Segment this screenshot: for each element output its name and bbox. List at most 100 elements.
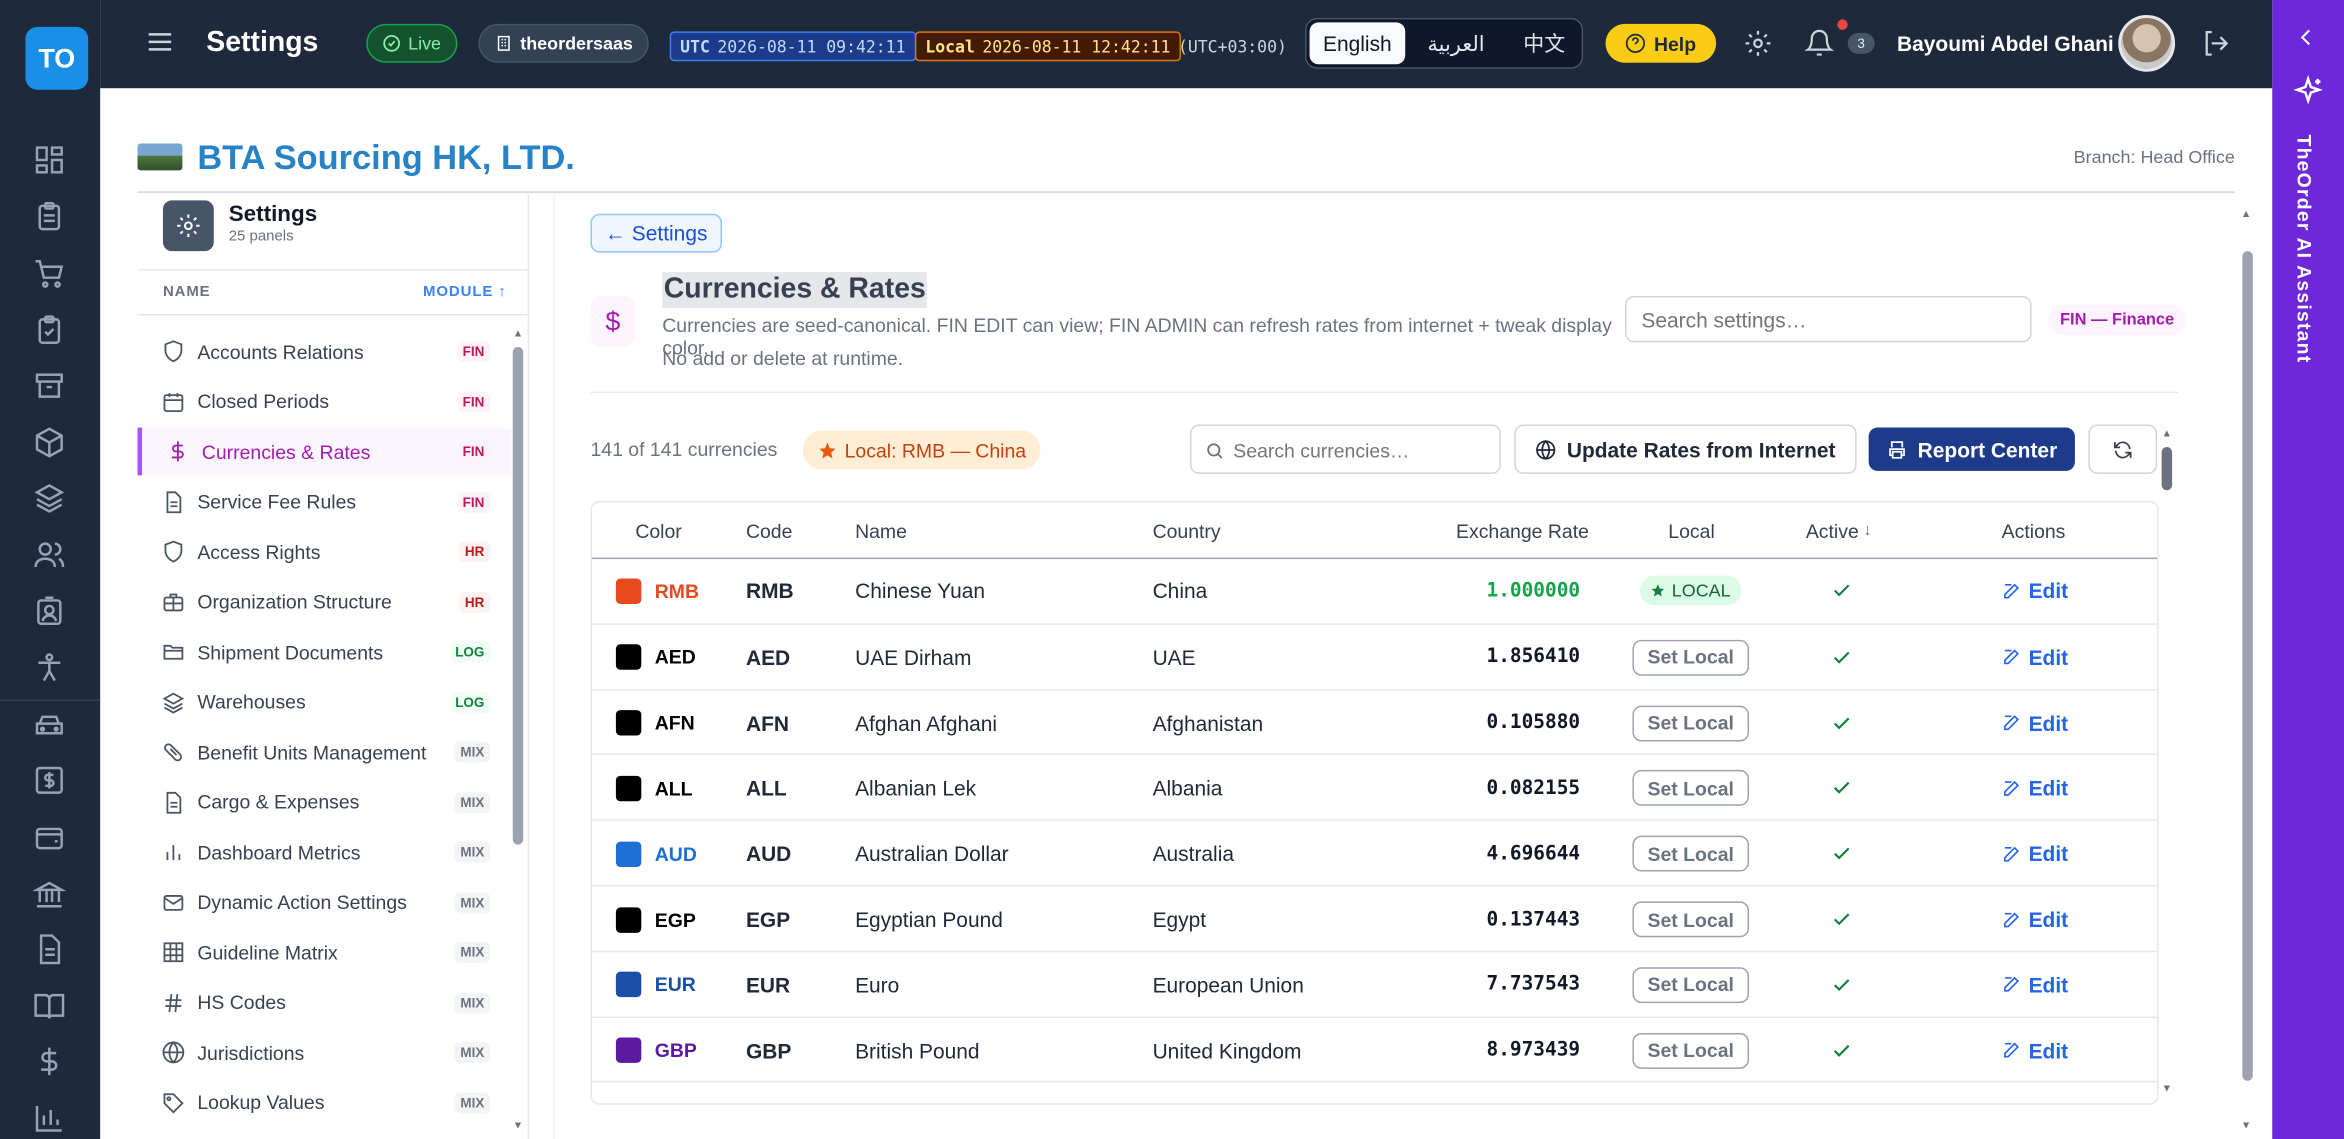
page-scrollbar[interactable]: ▲ ▼: [2239, 206, 2254, 1139]
sidebar-item-dashboard-metrics[interactable]: Dashboard Metrics MIX: [138, 828, 512, 876]
col-module-sort[interactable]: MODULE ↑: [423, 284, 507, 300]
th-active[interactable]: Active ↓: [1806, 502, 1872, 559]
logout-icon[interactable]: [2200, 28, 2230, 58]
dollar-square-icon[interactable]: [33, 764, 66, 797]
wallet-icon[interactable]: [33, 821, 66, 854]
set-local-button[interactable]: Set Local: [1632, 966, 1750, 1003]
users-icon[interactable]: [33, 538, 66, 571]
gear-icon[interactable]: [1743, 28, 1773, 58]
avatar[interactable]: [2118, 14, 2176, 72]
color-swatch[interactable]: [615, 1037, 642, 1064]
ai-assistant-panel[interactable]: TheOrder AI Assistant: [2272, 0, 2344, 1139]
color-cell[interactable]: AUD: [615, 821, 697, 887]
color-swatch[interactable]: [615, 710, 642, 736]
set-local-button[interactable]: Set Local: [1632, 704, 1750, 741]
color-swatch[interactable]: [615, 841, 642, 867]
cart-icon[interactable]: [33, 257, 66, 290]
scroll-down-icon[interactable]: ▼: [2241, 1121, 2251, 1131]
edit-button[interactable]: Edit: [2002, 625, 2068, 691]
table-row[interactable]: AED AED UAE Dirham UAE 1.856410 Set Local Edit: [591, 623, 2158, 691]
sidebar-item-closed-periods[interactable]: Closed Periods FIN: [138, 377, 512, 425]
sidebar-item-organization-structure[interactable]: Organization Structure HR: [138, 578, 512, 626]
sidebar-item-jurisdictions[interactable]: Jurisdictions MIX: [138, 1028, 512, 1076]
layers-icon[interactable]: [33, 481, 66, 514]
color-cell[interactable]: GBP: [615, 1017, 697, 1083]
refresh-button[interactable]: [2088, 424, 2158, 474]
sidebar-item-shipment-documents[interactable]: Shipment Documents LOG: [138, 628, 512, 676]
table-row[interactable]: EGP EGP Egyptian Pound Egypt 0.137443 Set Loc…: [591, 884, 2158, 952]
scroll-up-icon[interactable]: ▲: [2162, 429, 2172, 439]
table-row[interactable]: GBP GBP British Pound United Kingdom 8.97343…: [591, 1015, 2158, 1083]
edit-button[interactable]: Edit: [2002, 886, 2068, 952]
dashboard-icon[interactable]: [33, 144, 66, 177]
col-name[interactable]: NAME: [163, 284, 211, 300]
lang-english[interactable]: English: [1309, 22, 1406, 65]
sidebar-item-dynamic-action-settings[interactable]: Dynamic Action Settings MIX: [138, 878, 512, 926]
bell-icon[interactable]: [1804, 28, 1835, 58]
set-local-button[interactable]: Set Local: [1632, 1032, 1750, 1069]
color-cell[interactable]: EGP: [615, 886, 696, 952]
package-icon[interactable]: [33, 426, 66, 459]
sidebar-item-cargo-expenses[interactable]: Cargo & Expenses MIX: [138, 778, 512, 826]
table-row[interactable]: AUD AUD Australian Dollar Australia 4.696644…: [591, 819, 2158, 887]
update-rates-button[interactable]: Update Rates from Internet: [1514, 424, 1857, 474]
bank-icon[interactable]: [32, 878, 66, 911]
set-local-button[interactable]: Set Local: [1632, 770, 1750, 807]
sidebar-item-currencies-rates[interactable]: Currencies & Rates FIN: [137, 427, 512, 476]
sidebar-item-lookup-values[interactable]: Lookup Values MIX: [138, 1079, 512, 1127]
edit-button[interactable]: Edit: [2002, 756, 2068, 822]
set-local-button[interactable]: Set Local: [1632, 639, 1750, 676]
scroll-thumb[interactable]: [512, 346, 524, 845]
dollar-icon[interactable]: [33, 1045, 66, 1078]
sidebar-item-hs-codes[interactable]: HS Codes MIX: [138, 978, 512, 1026]
color-swatch[interactable]: [615, 775, 642, 802]
edit-button[interactable]: Edit: [2002, 952, 2068, 1018]
color-cell[interactable]: AED: [615, 625, 696, 691]
edit-button[interactable]: Edit: [2002, 1017, 2068, 1083]
id-badge-icon[interactable]: [33, 595, 66, 628]
back-to-settings-button[interactable]: ← Settings: [590, 213, 723, 253]
sidebar-item-guideline-matrix[interactable]: Guideline Matrix MIX: [138, 928, 512, 976]
sidebar-scrollbar[interactable]: ▲ ▼: [511, 329, 524, 1136]
color-cell[interactable]: EUR: [615, 952, 696, 1018]
book-icon[interactable]: [33, 990, 66, 1023]
edit-button[interactable]: Edit: [2002, 821, 2068, 887]
bar-chart-icon[interactable]: [33, 1102, 66, 1135]
color-swatch[interactable]: [615, 577, 642, 604]
scroll-thumb[interactable]: [2242, 251, 2253, 1081]
color-swatch[interactable]: [615, 644, 642, 671]
edit-button[interactable]: Edit: [2002, 558, 2068, 624]
sidebar-item-warehouses[interactable]: Warehouses LOG: [138, 678, 512, 726]
edit-button[interactable]: Edit: [2002, 690, 2068, 756]
chevron-left-icon[interactable]: [2296, 27, 2317, 48]
table-row[interactable]: EUR EUR Euro European Union 7.737543 Set Loca…: [591, 950, 2158, 1018]
color-swatch[interactable]: [615, 906, 642, 933]
set-local-button[interactable]: Set Local: [1632, 835, 1750, 872]
scroll-thumb[interactable]: [2161, 446, 2173, 491]
menu-icon[interactable]: [145, 27, 175, 57]
scroll-up-icon[interactable]: ▲: [513, 329, 523, 339]
search-settings-input[interactable]: [1624, 295, 2032, 343]
file-text-icon[interactable]: [33, 933, 66, 966]
sidebar-item-benefit-units-management[interactable]: Benefit Units Management MIX: [138, 728, 512, 776]
report-center-button[interactable]: Report Center: [1868, 427, 2075, 471]
color-cell[interactable]: ALL: [615, 756, 693, 822]
help-button[interactable]: Help: [1605, 23, 1717, 63]
search-currencies-input[interactable]: [1233, 432, 1491, 468]
user-name[interactable]: Bayoumi Abdel Ghani: [1897, 31, 2114, 55]
sidebar-item-accounts-relations[interactable]: Accounts Relations FIN: [138, 327, 512, 375]
set-local-button[interactable]: Set Local: [1632, 901, 1750, 938]
accessibility-icon[interactable]: [33, 652, 66, 685]
clipboard-icon[interactable]: [33, 200, 66, 233]
scroll-down-icon[interactable]: ▼: [513, 1121, 523, 1131]
table-row[interactable]: ALL ALL Albanian Lek Albania 0.082155 Set Loc…: [591, 754, 2158, 822]
color-swatch[interactable]: [615, 972, 642, 998]
sidebar-item-service-fee-rules[interactable]: Service Fee Rules FIN: [138, 478, 512, 526]
color-cell[interactable]: AFN: [615, 690, 695, 756]
currency-search-box[interactable]: [1189, 424, 1501, 474]
car-icon[interactable]: [33, 709, 66, 742]
scroll-down-icon[interactable]: ▼: [2162, 1084, 2172, 1094]
app-logo[interactable]: TO: [25, 26, 89, 90]
lang-chinese[interactable]: 中文: [1507, 22, 1582, 64]
color-cell[interactable]: RMB: [615, 558, 699, 624]
